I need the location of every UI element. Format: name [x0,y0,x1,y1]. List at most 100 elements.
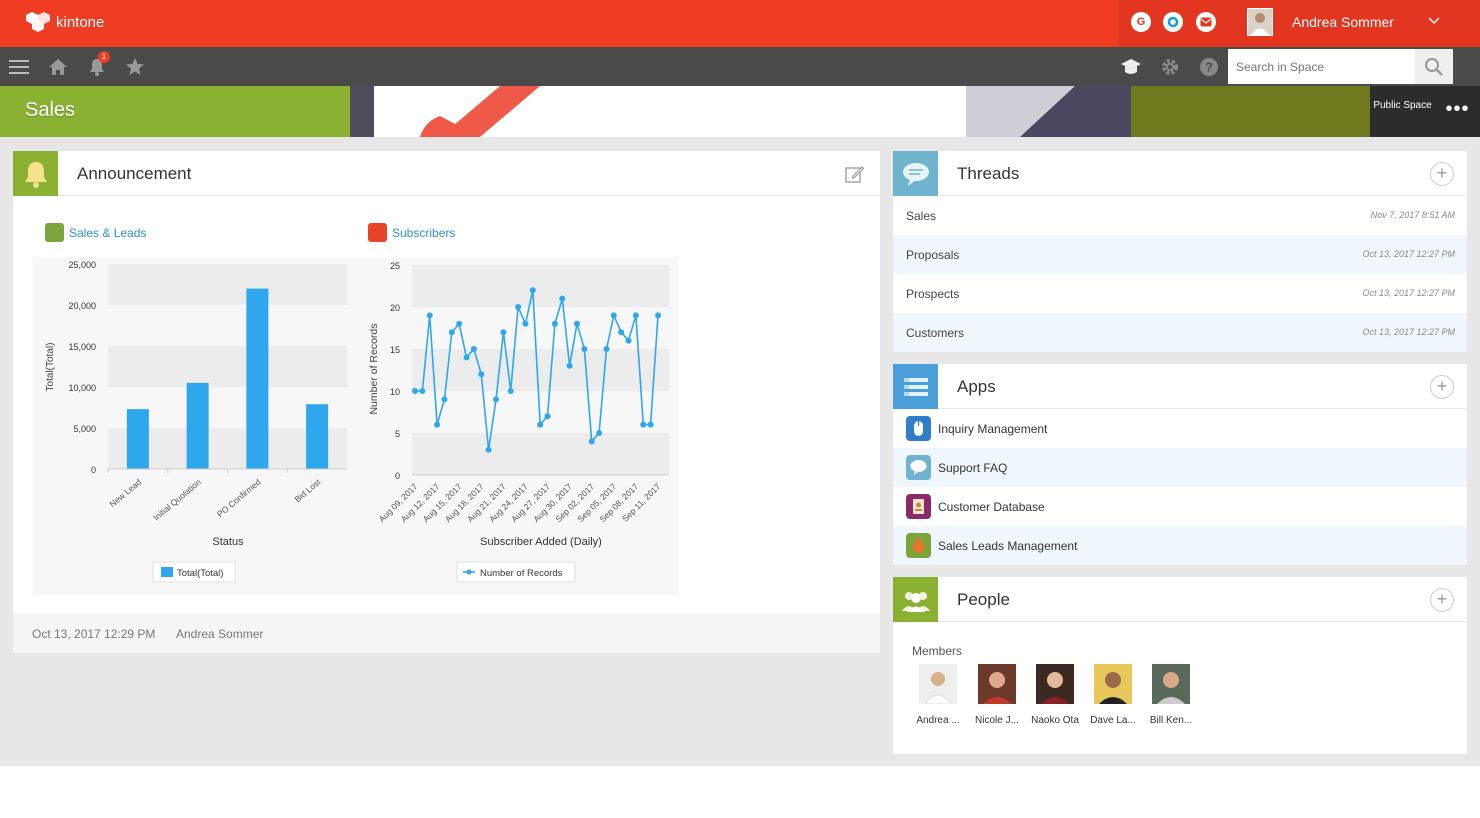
legend-label: Total(Total) [177,568,223,579]
space-title: Sales [25,99,76,121]
settings-gear-icon[interactable] [1158,55,1182,79]
member-naoko[interactable]: Naoko Ota [1027,664,1083,726]
mail-service-icon[interactable] [1196,12,1216,32]
member-photo-icon [1152,664,1190,704]
envelope-icon [1200,17,1212,27]
y-tick-label: 25,000 [68,260,96,270]
app-row-inquiry-management[interactable]: Inquiry Management [893,409,1467,448]
y-tick-label: 25 [390,261,400,271]
data-point [537,421,544,428]
grid-band [412,433,669,475]
people-panel: People + Members Andrea ... Nicole J... … [893,577,1467,754]
y-tick-label: 15,000 [68,342,96,352]
subscribers-chart-link[interactable]: Subscribers [368,223,455,242]
threads-panel: Threads + Sales Nov 7, 2017 8:51 AM Prop… [893,151,1467,352]
search-icon [1425,57,1443,76]
home-icon[interactable] [46,55,70,79]
app-row-support-faq[interactable]: Support FAQ [893,448,1467,487]
data-point [559,295,566,302]
chart-link-label: Sales & Leads [69,225,147,240]
add-app-button[interactable]: + [1430,375,1454,399]
data-point [419,388,426,394]
threads-title: Threads [957,164,1020,183]
public-space-label: Public Space [1370,86,1435,137]
member-andrea[interactable]: Andrea ... [910,664,966,726]
guide-mortarboard-icon[interactable] [1119,55,1143,79]
data-point [478,371,485,378]
bar [126,409,149,469]
y-tick-label: 5,000 [73,424,96,434]
add-thread-button[interactable]: + [1430,162,1454,186]
sales-leads-chart-link[interactable]: Sales & Leads [45,223,146,242]
chevron-down-icon[interactable] [1428,13,1440,28]
app-row-sales-leads-management[interactable]: Sales Leads Management [893,526,1467,565]
thread-row-prospects[interactable]: Prospects Oct 13, 2017 12:27 PM [893,274,1467,313]
kintone-logo-icon [26,12,50,32]
user-photo-icon [1251,13,1269,35]
app-label: Sales Leads Management [938,539,1078,553]
search-input[interactable] [1228,49,1415,84]
thread-timestamp: Oct 13, 2017 12:27 PM [1362,327,1455,337]
data-point [566,362,573,369]
cover-image [0,86,1371,137]
thread-row-sales[interactable]: Sales Nov 7, 2017 8:51 AM [893,196,1467,235]
y-tick-label: 0 [395,471,400,481]
add-member-button[interactable]: + [1430,588,1454,612]
announcement-panel: Announcement Sales & Leads Subscribers 2… [13,151,880,653]
thread-row-customers[interactable]: Customers Oct 13, 2017 12:27 PM [893,313,1467,352]
data-point [456,320,463,327]
member-dave[interactable]: Dave La... [1085,664,1141,726]
apps-title: Apps [957,377,996,396]
bell-icon [13,151,58,196]
data-point [596,430,603,436]
thread-row-proposals[interactable]: Proposals Oct 13, 2017 12:27 PM [893,235,1467,274]
member-name: Bill Ken... [1149,715,1193,726]
notification-count-badge: 1 [98,51,110,63]
data-point [551,320,558,327]
y-axis-label: Number of Records [368,323,380,414]
favorites-star-icon[interactable] [123,55,147,79]
people-group-icon [893,577,938,622]
google-service-icon[interactable]: G [1131,12,1151,32]
app-label: Inquiry Management [938,422,1048,436]
y-tick-label: 15 [390,345,400,355]
user-avatar[interactable] [1247,8,1273,36]
bar [186,382,209,469]
member-photo-icon [919,664,957,705]
office-service-icon[interactable] [1163,12,1183,32]
help-icon[interactable]: ? [1197,55,1221,79]
y-axis-label: Total(Total) [45,343,56,392]
announcement-header: Announcement [13,151,880,196]
member-photo-icon [978,664,1016,704]
announcement-date: Oct 13, 2017 12:29 PM [32,627,156,641]
search-button[interactable] [1415,49,1453,84]
edit-icon[interactable] [845,165,865,184]
legend-swatch [161,567,173,577]
space-banner: Sales [0,86,1480,137]
chart-link-label: Subscribers [392,225,456,240]
member-bill[interactable]: Bill Ken... [1143,664,1199,726]
app-label: Customer Database [938,500,1045,514]
announcement-author[interactable]: Andrea Sommer [176,627,263,641]
chat-bubble-icon [893,151,938,196]
more-options-button[interactable]: ••• [1435,86,1480,137]
thread-label: Proposals [906,248,960,262]
user-name[interactable]: Andrea Sommer [1292,14,1394,30]
app-row-customer-database[interactable]: Customer Database [893,487,1467,526]
data-point [515,304,522,310]
data-point [632,312,639,319]
people-title: People [957,590,1010,609]
data-point [640,421,647,428]
menu-icon[interactable] [7,55,31,79]
data-point [544,413,551,420]
thread-timestamp: Nov 7, 2017 8:51 AM [1370,210,1455,220]
x-tick-label: PO Confirmed [215,477,263,519]
grid-band [108,264,347,305]
thread-timestamp: Oct 13, 2017 12:27 PM [1362,249,1455,259]
member-nicole[interactable]: Nicole J... [969,664,1025,726]
kintone-logo[interactable]: kintone [26,11,104,33]
charts-svg: 25,000 20,000 15,000 10,000 5,000 0 New Lead In… [45,260,669,583]
data-point [434,421,441,428]
grid-band [108,305,347,346]
grid-band [108,346,347,387]
